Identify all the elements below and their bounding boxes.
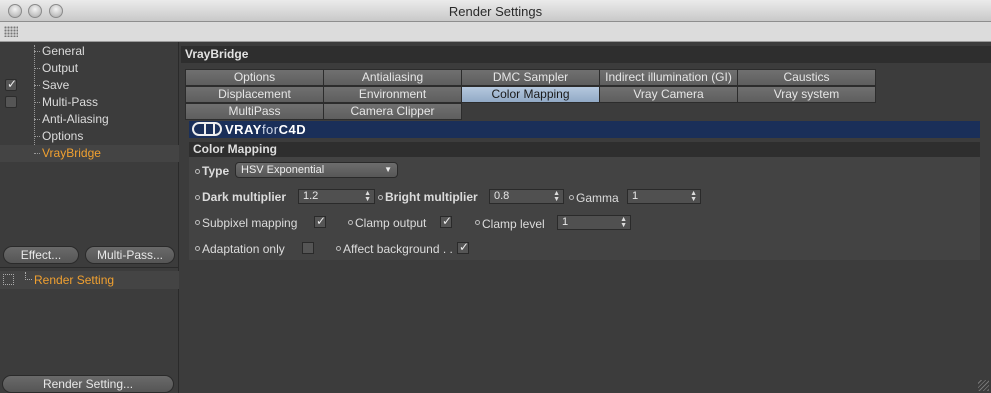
window-title: Render Settings — [448, 4, 543, 19]
sidebar-item-label: Multi-Pass — [42, 95, 99, 109]
adaptation-only-checkbox[interactable] — [302, 242, 314, 254]
main-panel: VrayBridge Options Antialiasing DMC Samp… — [181, 42, 991, 393]
clamp-level-label: Clamp level — [482, 217, 545, 231]
resize-grip-icon[interactable] — [978, 380, 989, 391]
divider — [0, 267, 179, 268]
tab-environment[interactable]: Environment — [323, 86, 462, 103]
tree-branch — [25, 272, 32, 280]
tab-vray-system[interactable]: Vray system — [737, 86, 876, 103]
clamp-level-value: 1 — [562, 216, 569, 228]
subpixel-mapping-label: Subpixel mapping — [202, 216, 298, 230]
tree-branch — [34, 85, 40, 86]
checkmark-icon: ✓ — [316, 214, 327, 228]
sidebar-item-label: Output — [42, 61, 79, 75]
multi-pass-button[interactable]: Multi-Pass... — [85, 246, 175, 264]
vray-banner: VRAYforC4D — [189, 121, 980, 138]
gamma-input[interactable]: 1 ▲ ▼ — [627, 189, 701, 204]
animate-dot-icon[interactable] — [195, 220, 200, 225]
tab-displacement[interactable]: Displacement — [185, 86, 324, 103]
checkmark-icon: ✓ — [459, 240, 470, 254]
clamp-level-input[interactable]: 1 ▲ ▼ — [557, 215, 631, 230]
tab-indirect-illumination[interactable]: Indirect illumination (GI) — [599, 69, 738, 86]
render-setting-label: Render Setting — [34, 273, 115, 287]
dark-multiplier-label: Dark multiplier — [202, 190, 287, 204]
tab-vray-camera[interactable]: Vray Camera — [599, 86, 738, 103]
sidebar-item-options[interactable]: Options — [0, 128, 179, 145]
title-bar: Render Settings — [0, 0, 991, 22]
tab-multipass[interactable]: MultiPass — [185, 103, 324, 120]
panel-header: VrayBridge — [181, 46, 991, 63]
gamma-label: Gamma — [576, 191, 619, 205]
animate-dot-icon[interactable] — [348, 220, 353, 225]
section-title: Color Mapping — [189, 142, 980, 157]
clamp-output-checkbox[interactable]: ✓ — [440, 214, 453, 228]
render-setting-button[interactable]: Render Setting... — [2, 375, 174, 393]
sidebar-item-output[interactable]: Output — [0, 60, 179, 77]
tree-branch — [34, 119, 40, 120]
save-checkbox[interactable]: ✓ — [5, 77, 18, 91]
tab-camera-clipper[interactable]: Camera Clipper — [323, 103, 462, 120]
bright-multiplier-input[interactable]: 0.8 ▲ ▼ — [489, 189, 564, 204]
animate-dot-icon[interactable] — [195, 169, 200, 174]
animate-dot-icon[interactable] — [336, 246, 341, 251]
animate-dot-icon[interactable] — [195, 246, 200, 251]
animate-dot-icon[interactable] — [195, 195, 200, 200]
adaptation-only-label: Adaptation only — [202, 242, 285, 256]
chevron-down-icon: ▼ — [384, 165, 392, 174]
toolbar — [0, 22, 991, 42]
tab-antialiasing[interactable]: Antialiasing — [323, 69, 462, 86]
tab-caustics[interactable]: Caustics — [737, 69, 876, 86]
checkmark-icon: ✓ — [442, 214, 453, 228]
clamp-output-label: Clamp output — [355, 216, 427, 230]
affect-background-label: Affect background . . — [343, 242, 453, 256]
tab-dmc-sampler[interactable]: DMC Sampler — [461, 69, 600, 86]
gamma-value: 1 — [632, 190, 639, 202]
sidebar: General Output ✓ Save Multi-Pass Anti-Al… — [0, 42, 179, 393]
tree-branch — [34, 153, 40, 154]
sidebar-item-label: Options — [42, 129, 84, 143]
tree-branch — [34, 102, 40, 103]
sidebar-item-label: VrayBridge — [42, 146, 101, 160]
type-dropdown-value: HSV Exponential — [241, 164, 325, 176]
tab-color-mapping[interactable]: Color Mapping — [461, 86, 600, 103]
sidebar-item-label: General — [42, 44, 85, 58]
sidebar-item-label: Save — [42, 78, 70, 92]
render-setting-item[interactable]: Render Setting — [0, 271, 179, 289]
tab-options[interactable]: Options — [185, 69, 324, 86]
spinner-icon[interactable]: ▲ ▼ — [553, 190, 560, 203]
animate-dot-icon[interactable] — [569, 195, 574, 200]
type-label: Type — [202, 164, 230, 178]
sidebar-item-vraybridge[interactable]: VrayBridge — [0, 145, 179, 162]
spinner-icon[interactable]: ▲ ▼ — [364, 190, 371, 203]
sidebar-item-save[interactable]: ✓ Save — [0, 77, 179, 94]
spinner-icon[interactable]: ▲ ▼ — [690, 190, 697, 203]
tree-branch — [34, 68, 40, 69]
tree-branch — [34, 136, 40, 137]
grip-icon[interactable] — [4, 26, 18, 37]
sidebar-item-label: Anti-Aliasing — [42, 112, 109, 126]
bright-multiplier-value: 0.8 — [494, 190, 510, 202]
bright-multiplier-label: Bright multiplier — [385, 190, 478, 204]
vray-logo-icon — [192, 122, 222, 136]
subpixel-mapping-checkbox[interactable]: ✓ — [314, 214, 327, 228]
spinner-icon[interactable]: ▲ ▼ — [620, 216, 627, 229]
vray-logo-text: VRAYforC4D — [225, 122, 307, 137]
sidebar-item-anti-aliasing[interactable]: Anti-Aliasing — [0, 111, 179, 128]
type-dropdown[interactable]: HSV Exponential ▼ — [235, 162, 398, 178]
sidebar-item-multi-pass[interactable]: Multi-Pass — [0, 94, 179, 111]
multi-pass-checkbox[interactable] — [5, 96, 17, 108]
dark-multiplier-value: 1.2 — [303, 190, 319, 202]
expand-icon[interactable] — [3, 274, 14, 285]
sidebar-item-general[interactable]: General — [0, 43, 179, 60]
affect-background-checkbox[interactable]: ✓ — [457, 240, 470, 254]
dark-multiplier-input[interactable]: 1.2 ▲ ▼ — [298, 189, 375, 204]
effect-button[interactable]: Effect... — [3, 246, 79, 264]
checkmark-icon: ✓ — [7, 77, 18, 91]
tree-branch — [34, 51, 40, 52]
animate-dot-icon[interactable] — [378, 195, 383, 200]
animate-dot-icon[interactable] — [475, 220, 480, 225]
